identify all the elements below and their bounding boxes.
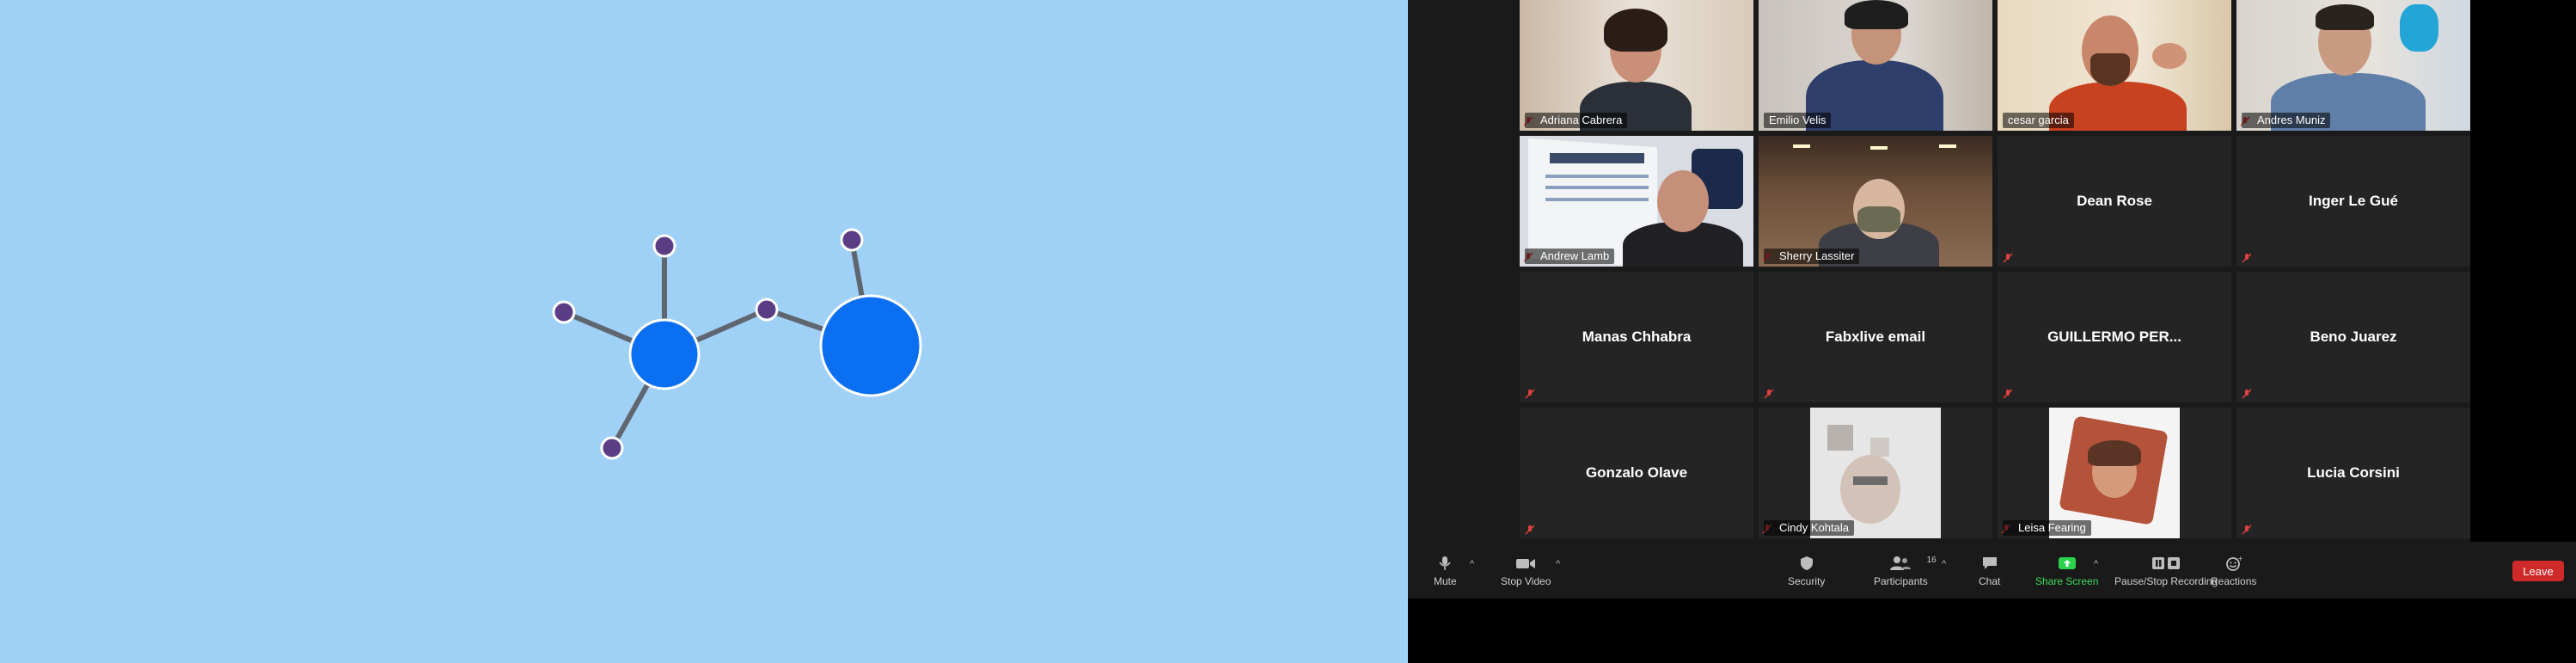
- muted-mic-icon: [2003, 389, 2013, 399]
- participant-tile[interactable]: Andrew Lamb: [1520, 136, 1753, 267]
- share-screen-icon: [2058, 557, 2076, 569]
- participant-tile[interactable]: GUILLERMO PER...: [1998, 272, 2231, 402]
- security-label: Security: [1788, 575, 1826, 587]
- muted-mic-icon: [2003, 253, 2013, 263]
- recording-label: Pause/Stop Recording: [2114, 575, 2218, 587]
- participant-tile[interactable]: Sherry Lassiter: [1759, 136, 1992, 267]
- participant-name: Leisa Fearing: [2003, 520, 2091, 536]
- svg-text:+: +: [2237, 556, 2243, 562]
- video-camera-icon: [1516, 559, 1536, 568]
- chat-label: Chat: [1979, 575, 2001, 587]
- share-options-caret-icon[interactable]: ^: [2094, 559, 2098, 569]
- participant-name: Cindy Kohtala: [1764, 520, 1854, 536]
- video-feed: [1520, 0, 1753, 131]
- participants-label: Participants: [1874, 575, 1928, 587]
- muted-mic-icon: [1764, 389, 1774, 399]
- participant-name: Sherry Lassiter: [1764, 249, 1860, 264]
- participant-tile[interactable]: Fabxlive email: [1759, 272, 1992, 402]
- security-button[interactable]: Security: [1788, 556, 1825, 587]
- participants-button[interactable]: Participants 16: [1874, 556, 1937, 587]
- participant-tile[interactable]: Inger Le Gué: [2236, 136, 2470, 267]
- zoom-window: Adriana Cabrera Emilio Velis cesar garci…: [1408, 0, 2576, 663]
- participant-name: Andres Muniz: [2242, 113, 2331, 128]
- atom-small: [552, 300, 576, 324]
- share-screen-label: Share Screen: [2035, 575, 2099, 587]
- participant-tile[interactable]: Lucia Corsini: [2236, 408, 2470, 538]
- shield-icon: [1800, 556, 1813, 570]
- participant-tile[interactable]: Leisa Fearing: [1998, 408, 2231, 538]
- reactions-label: Reactions: [2211, 575, 2257, 587]
- participant-name: Adriana Cabrera: [1525, 113, 1628, 128]
- meeting-toolbar: Mute ^ Stop Video ^ Security Participant…: [1408, 542, 2576, 599]
- video-feed: [1759, 0, 1992, 131]
- muted-mic-icon: [1525, 525, 1535, 535]
- video-feed: [1520, 136, 1753, 267]
- participant-tile[interactable]: Cindy Kohtala: [1759, 408, 1992, 538]
- participant-name: Emilio Velis: [1764, 113, 1832, 128]
- atom-large: [628, 318, 701, 390]
- pause-stop-icon: [2152, 557, 2181, 569]
- leave-button[interactable]: Leave: [2512, 561, 2564, 581]
- participant-name: Dean Rose: [2077, 193, 2152, 209]
- atom-large: [819, 294, 922, 397]
- video-feed: [1759, 408, 1992, 538]
- muted-mic-icon: [2242, 525, 2252, 535]
- atom-small: [652, 234, 676, 258]
- video-feed: [1759, 136, 1992, 267]
- pause-stop-recording-button[interactable]: Pause/Stop Recording: [2114, 556, 2218, 587]
- participants-options-caret-icon[interactable]: ^: [1942, 559, 1946, 569]
- muted-mic-icon: [1525, 389, 1535, 399]
- audio-options-caret-icon[interactable]: ^: [1470, 559, 1474, 569]
- participant-name: Inger Le Gué: [2309, 193, 2398, 209]
- chat-bubble-icon: [1982, 557, 1997, 569]
- participant-name: Lucia Corsini: [2307, 464, 2400, 481]
- participant-name: Manas Chhabra: [1582, 328, 1692, 345]
- participant-name: Fabxlive email: [1825, 328, 1926, 345]
- atom-small: [755, 298, 779, 322]
- video-options-caret-icon[interactable]: ^: [1556, 559, 1560, 569]
- reactions-button[interactable]: + Reactions: [2211, 556, 2256, 587]
- participant-tile[interactable]: Adriana Cabrera: [1520, 0, 1753, 131]
- mute-label: Mute: [1434, 575, 1457, 587]
- participant-name: GUILLERMO PER...: [2047, 328, 2181, 345]
- video-feed: [1998, 408, 2231, 538]
- share-screen-button[interactable]: Share Screen: [2035, 556, 2098, 587]
- participant-tile[interactable]: Dean Rose: [1998, 136, 2231, 267]
- participant-tile[interactable]: Emilio Velis: [1759, 0, 1992, 131]
- video-feed: [2236, 0, 2470, 131]
- muted-mic-icon: [2242, 253, 2252, 263]
- participant-tile[interactable]: Gonzalo Olave: [1520, 408, 1753, 538]
- muted-mic-icon: [2242, 389, 2252, 399]
- participant-tile[interactable]: Andres Muniz: [2236, 0, 2470, 131]
- stop-video-label: Stop Video: [1501, 575, 1551, 587]
- participant-tile[interactable]: Beno Juarez: [2236, 272, 2470, 402]
- participant-tile[interactable]: Manas Chhabra: [1520, 272, 1753, 402]
- participant-name: Andrew Lamb: [1525, 249, 1615, 264]
- participants-count: 16: [1926, 556, 1937, 565]
- atom-small: [840, 228, 864, 252]
- chat-button[interactable]: Chat: [1979, 556, 2000, 587]
- molecule-diagram: [552, 228, 922, 460]
- microphone-icon: [1439, 556, 1451, 570]
- participant-tile-active-speaker[interactable]: cesar garcia: [1998, 0, 2231, 131]
- smiley-icon: +: [2225, 556, 2243, 571]
- participant-name: Beno Juarez: [2310, 328, 2397, 345]
- participant-name: Gonzalo Olave: [1585, 464, 1688, 481]
- participants-icon: [1890, 556, 1912, 570]
- stop-video-button[interactable]: Stop Video: [1501, 556, 1551, 587]
- shared-screen: [0, 0, 1408, 663]
- gallery-view: Adriana Cabrera Emilio Velis cesar garci…: [1408, 0, 2470, 542]
- atom-small: [600, 436, 624, 460]
- mute-button[interactable]: Mute: [1434, 556, 1457, 587]
- video-feed: [1998, 0, 2231, 131]
- participant-name: cesar garcia: [2003, 113, 2074, 128]
